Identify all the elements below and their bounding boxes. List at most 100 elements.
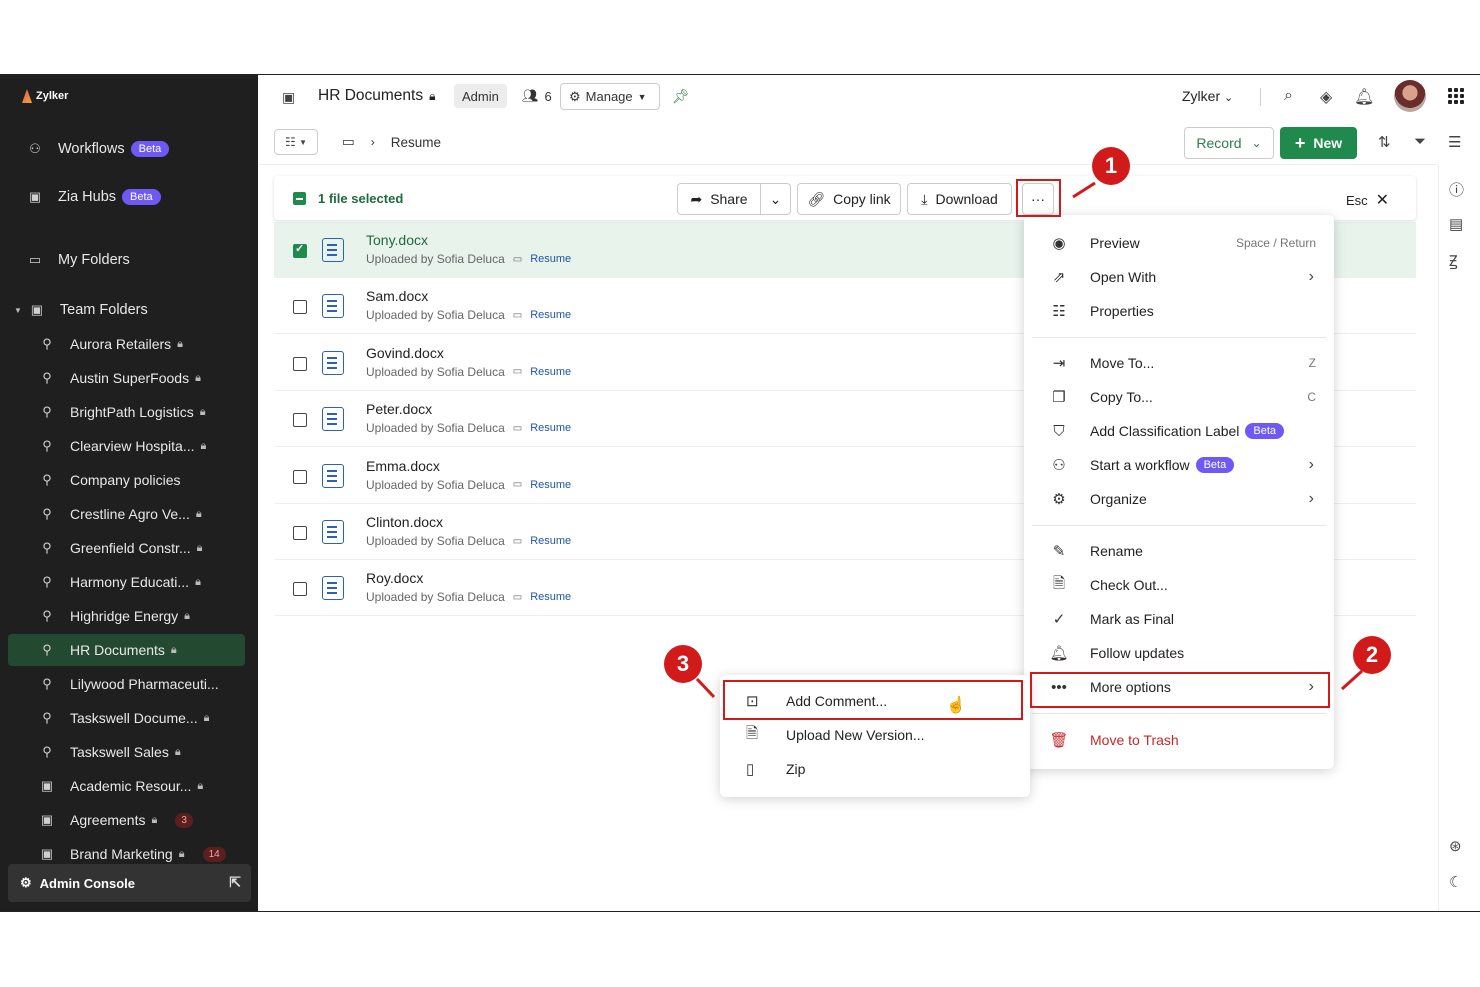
folder-link[interactable]: Resume bbox=[530, 366, 571, 378]
zia-icon[interactable]: Ꙃ bbox=[1449, 251, 1458, 271]
members-button[interactable]: 👥︎ 6 bbox=[514, 84, 560, 108]
file-name[interactable]: Roy.docx bbox=[366, 570, 423, 586]
menu-item-trash[interactable]: 🗑︎ Move to Trash bbox=[1024, 723, 1334, 757]
sidebar-item-team-folder[interactable]: ⚲ Highridge Energy 🔒︎ bbox=[0, 600, 258, 632]
folder-link[interactable]: Resume bbox=[530, 309, 571, 321]
row-checkbox[interactable] bbox=[293, 356, 307, 371]
sidebar-item-team-folder[interactable]: ⚲ BrightPath Logistics 🔒︎ bbox=[0, 396, 258, 428]
sidebar-item-team-folder[interactable]: ⚲ Lilywood Pharmaceuti... bbox=[0, 668, 258, 700]
folder-link[interactable]: Resume bbox=[530, 591, 571, 603]
bell-icon[interactable]: 🔔︎ bbox=[1354, 87, 1374, 107]
info-icon[interactable]: ⓘ bbox=[1449, 179, 1464, 200]
menu-item-zip[interactable]: ▯ Zip bbox=[720, 752, 1030, 786]
brand[interactable]: Zylker bbox=[22, 89, 68, 103]
menu-item-properties[interactable]: ☷ Properties bbox=[1024, 294, 1334, 328]
row-checkbox[interactable] bbox=[293, 582, 307, 597]
lock-icon: 🔒︎ bbox=[200, 439, 207, 452]
sidebar-item-team-folder[interactable]: ⚲ Taskswell Docume... 🔒︎ bbox=[0, 702, 258, 734]
sidebar-item-team-folder[interactable]: ⚲ Clearview Hospita... 🔒︎ bbox=[0, 430, 258, 462]
file-name[interactable]: Clinton.docx bbox=[366, 514, 443, 530]
sidebar-item-team-folder[interactable]: ⚲ Company policies bbox=[0, 464, 258, 496]
sidebar-item-label: Company policies bbox=[70, 472, 181, 488]
avatar[interactable] bbox=[1394, 80, 1426, 112]
accessibility-icon[interactable]: ⊛ bbox=[1449, 837, 1462, 855]
caret-down-icon[interactable]: ▼ bbox=[14, 306, 22, 315]
folder-icon[interactable]: ▭ bbox=[342, 134, 355, 150]
share-button[interactable]: ➦ Share bbox=[677, 183, 761, 215]
menu-item-check-out[interactable]: 🗎︎ Check Out... bbox=[1024, 568, 1334, 602]
admin-console-button[interactable]: ⚙ Admin Console ⇱ bbox=[8, 864, 251, 902]
file-name[interactable]: Govind.docx bbox=[366, 345, 444, 361]
deselect-all-checkbox[interactable] bbox=[293, 192, 306, 205]
row-checkbox[interactable] bbox=[293, 300, 307, 315]
sidebar-item-team-folder[interactable]: ⚲ HR Documents 🔒︎ bbox=[8, 634, 245, 666]
properties-icon: ☷ bbox=[1052, 303, 1066, 320]
menu-label: Check Out... bbox=[1090, 577, 1168, 593]
download-button[interactable]: ⤓ Download bbox=[907, 183, 1012, 215]
record-button[interactable]: Record ⌄ bbox=[1184, 127, 1274, 159]
menu-item-upload-version[interactable]: 🗎︎ Upload New Version... bbox=[720, 718, 1030, 752]
pin-icon[interactable]: 📌︎ bbox=[672, 88, 690, 105]
sidebar-item-workflows[interactable]: ⚇ Workflows Beta bbox=[0, 133, 258, 165]
row-checkbox[interactable] bbox=[293, 526, 307, 540]
folder-link[interactable]: Resume bbox=[530, 422, 571, 434]
comment-icon[interactable]: ▤ bbox=[1449, 215, 1463, 233]
manage-button[interactable]: ⚙ Manage ▼ bbox=[560, 83, 660, 110]
sidebar-item-label: Taskswell Docume... bbox=[70, 710, 198, 726]
filter-icon[interactable]: ⏷ bbox=[1414, 133, 1426, 150]
external-link-icon[interactable]: ⇱ bbox=[229, 874, 241, 891]
copy-link-button[interactable]: 🔗︎ Copy link bbox=[797, 183, 901, 215]
announcement-icon[interactable]: ◈ bbox=[1320, 87, 1332, 107]
file-name[interactable]: Peter.docx bbox=[366, 401, 432, 417]
row-checkbox[interactable] bbox=[293, 242, 307, 258]
download-label: Download bbox=[935, 191, 998, 207]
menu-item-follow[interactable]: 🔔︎ Follow updates bbox=[1024, 636, 1334, 670]
folder-link[interactable]: Resume bbox=[530, 253, 571, 265]
sidebar-item-team-folder[interactable]: ⚲ Harmony Educati... 🔒︎ bbox=[0, 566, 258, 598]
sidebar-item-team-folder[interactable]: ▣ Agreements 🔒︎ 3 bbox=[0, 804, 258, 836]
workflow-icon: ⚇ bbox=[1052, 457, 1066, 474]
menu-item-move-to[interactable]: ⇥ Move To... Z bbox=[1024, 346, 1334, 380]
file-name[interactable]: Tony.docx bbox=[366, 232, 428, 248]
share-dropdown-button[interactable]: ⌄ bbox=[760, 183, 791, 215]
sidebar-item-team-folder[interactable]: ⚲ Aurora Retailers 🔒︎ bbox=[0, 328, 258, 360]
file-name[interactable]: Emma.docx bbox=[366, 458, 440, 474]
sidebar-item-team-folder[interactable]: ⚲ Austin SuperFoods 🔒︎ bbox=[0, 362, 258, 394]
sidebar-item-team-folder[interactable]: ⚲ Taskswell Sales 🔒︎ bbox=[0, 736, 258, 768]
sidebar-item-zia-hubs[interactable]: ▣ Zia Hubs Beta bbox=[0, 181, 258, 213]
record-label: Record bbox=[1196, 135, 1242, 151]
menu-item-open-with[interactable]: ⇗ Open With › bbox=[1024, 260, 1334, 294]
menu-item-classification[interactable]: ⛉ Add Classification Label Beta bbox=[1024, 414, 1334, 448]
folder-link[interactable]: Resume bbox=[530, 535, 571, 547]
step-badge-3: 3 bbox=[664, 645, 702, 683]
menu-item-mark-final[interactable]: ✓ Mark as Final bbox=[1024, 602, 1334, 636]
menu-item-copy-to[interactable]: ❐ Copy To... C bbox=[1024, 380, 1334, 414]
sidebar-item-my-folders[interactable]: ▭ My Folders bbox=[0, 244, 258, 276]
view-toggle-icon[interactable]: ☰ bbox=[1448, 133, 1461, 151]
sidebar-item-team-folder[interactable]: ⚲ Crestline Agro Ve... 🔒︎ bbox=[0, 498, 258, 530]
tree-view-button[interactable]: ☷ ▼ bbox=[274, 129, 318, 155]
org-switcher[interactable]: Zylker ⌄ bbox=[1182, 88, 1233, 104]
menu-item-preview[interactable]: ◉ Preview Space / Return bbox=[1024, 226, 1334, 260]
sidebar-item-team-folder[interactable]: ▣ Academic Resour... 🔒︎ bbox=[0, 770, 258, 802]
app-grid-icon[interactable] bbox=[1448, 88, 1464, 104]
close-selection-button[interactable]: Esc ✕ bbox=[1346, 190, 1389, 210]
row-checkbox[interactable] bbox=[293, 469, 307, 484]
users-icon: 👥︎ bbox=[522, 88, 539, 103]
file-name[interactable]: Sam.docx bbox=[366, 288, 428, 304]
new-button[interactable]: + New bbox=[1280, 127, 1357, 159]
menu-item-start-workflow[interactable]: ⚇ Start a workflow Beta › bbox=[1024, 448, 1334, 482]
caret-down-icon: ▼ bbox=[299, 137, 308, 147]
plus-icon: + bbox=[1294, 132, 1306, 153]
pin-icon: ⚲ bbox=[42, 608, 52, 623]
search-icon[interactable]: ⌕ bbox=[1284, 87, 1293, 105]
row-checkbox[interactable] bbox=[293, 413, 307, 428]
sidebar-item-team-folder[interactable]: ⚲ Greenfield Constr... 🔒︎ bbox=[0, 532, 258, 564]
folder-link[interactable]: Resume bbox=[530, 479, 571, 491]
sidebar-item-team-folders[interactable]: ▼ ▣ Team Folders bbox=[0, 294, 258, 326]
moon-icon[interactable]: ☾ bbox=[1449, 873, 1462, 891]
breadcrumb-current[interactable]: Resume bbox=[391, 135, 441, 150]
menu-item-rename[interactable]: ✎ Rename bbox=[1024, 534, 1334, 568]
sort-icon[interactable]: ⇅ bbox=[1378, 133, 1391, 151]
menu-item-organize[interactable]: ⚙ Organize › bbox=[1024, 482, 1334, 516]
